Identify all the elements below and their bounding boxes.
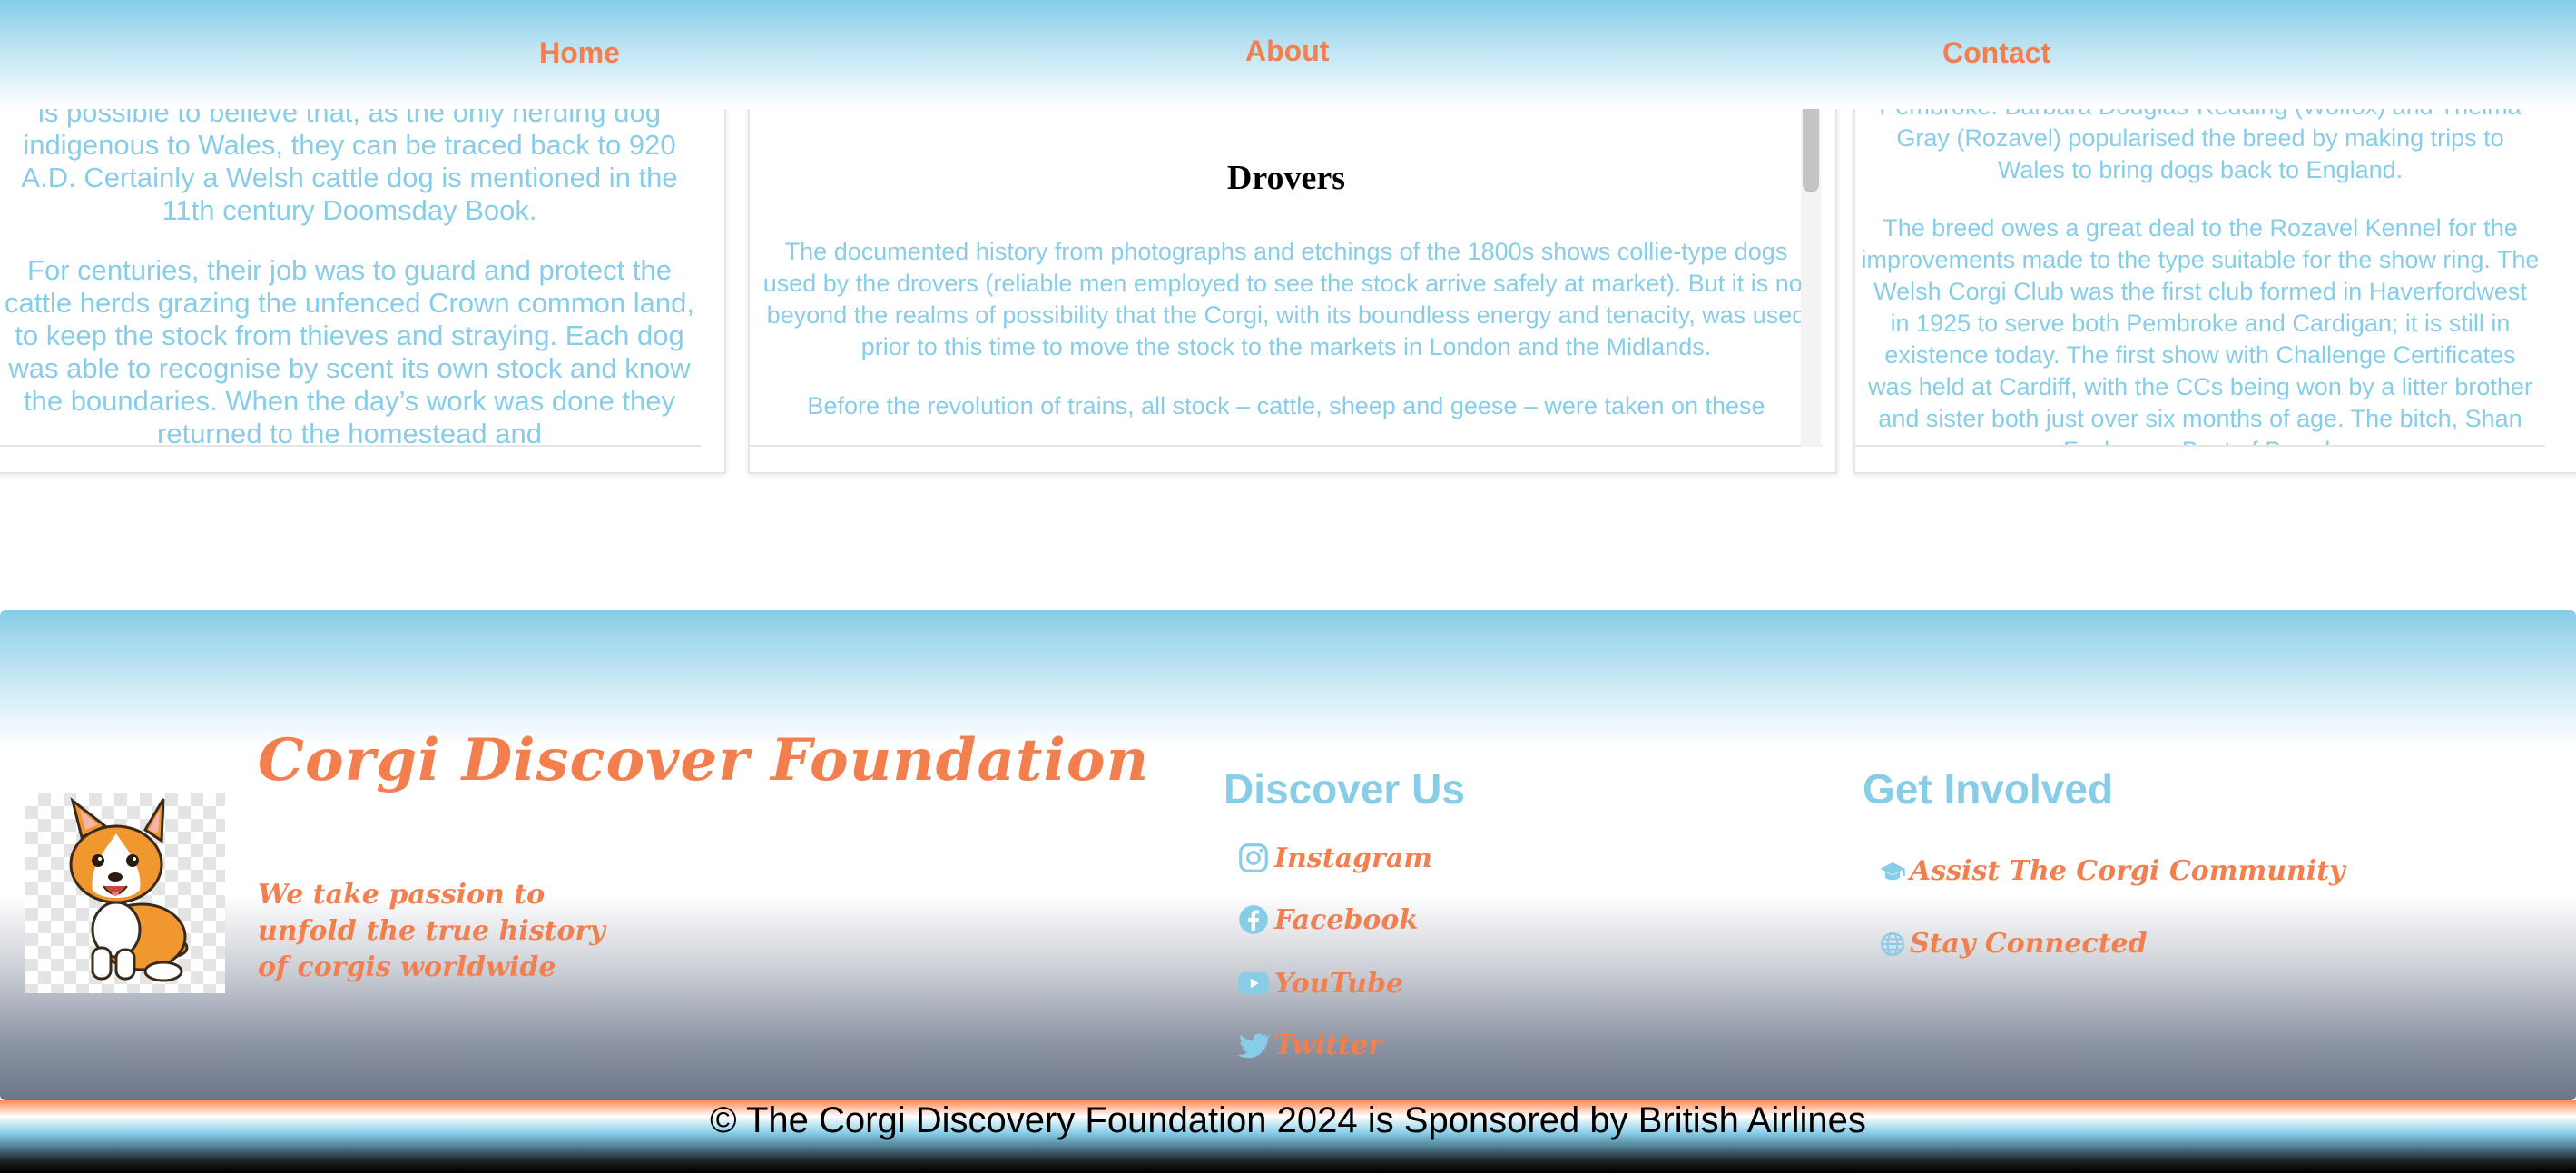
nav-contact-link[interactable]: Contact <box>1942 36 2050 70</box>
footer-brand-name: Corgi Discover Foundation <box>258 726 1150 794</box>
twitter-icon <box>1236 1028 1271 1062</box>
assist-community-link-label: Assist The Corgi Community <box>1910 855 2345 887</box>
history-paragraph: is possible to believe that, as the only… <box>21 96 678 226</box>
history-card-right-scroll[interactable]: Pembroke. Barbara Douglas-Redding (Wolfo… <box>1855 93 2545 447</box>
nav-about-link[interactable]: About <box>1245 34 1329 68</box>
facebook-link-label: Facebook <box>1274 903 1419 936</box>
drovers-scrollbar[interactable] <box>1801 93 1821 447</box>
get-involved-heading: Get Involved <box>1863 765 2114 813</box>
globe-icon <box>1879 931 1906 958</box>
history-card-left: is possible to believe that, as the only… <box>0 91 726 474</box>
stay-connected-link[interactable]: Stay Connected <box>1879 928 2148 960</box>
history-paragraph: The breed owes a great deal to the Rozav… <box>1861 214 2540 445</box>
copyright-text: © The Corgi Discovery Foundation 2024 is… <box>710 1100 1866 1140</box>
top-nav: Home About Contact <box>0 0 2576 109</box>
twitter-link-label: Twitter <box>1274 1029 1382 1061</box>
drovers-paragraph: Before the revolution of trains, all sto… <box>807 392 1765 419</box>
twitter-link[interactable]: Twitter <box>1236 1028 1382 1062</box>
drovers-title: Drovers <box>1226 159 1346 197</box>
drovers-card-scroll[interactable]: Drovers The documented history from phot… <box>750 93 1823 447</box>
youtube-icon <box>1236 966 1271 1000</box>
drovers-card: Drovers The documented history from phot… <box>748 91 1837 474</box>
facebook-icon <box>1236 902 1271 937</box>
discover-us-heading: Discover Us <box>1224 765 1465 813</box>
nav-home-link[interactable]: Home <box>539 36 620 70</box>
youtube-link-label: YouTube <box>1274 967 1404 1000</box>
history-card-left-scroll[interactable]: is possible to believe that, as the only… <box>0 93 701 447</box>
instagram-link[interactable]: Instagram <box>1236 841 1432 875</box>
youtube-link[interactable]: YouTube <box>1236 966 1403 1000</box>
history-card-right: Pembroke. Barbara Douglas-Redding (Wolfo… <box>1853 91 2576 474</box>
graduation-cap-icon <box>1879 858 1906 885</box>
footer-tagline: We take passion to unfold the true histo… <box>258 879 605 983</box>
facebook-link[interactable]: Facebook <box>1236 902 1418 937</box>
instagram-icon <box>1236 841 1271 875</box>
instagram-link-label: Instagram <box>1274 842 1432 874</box>
history-paragraph: For centuries, their job was to guard an… <box>5 254 694 447</box>
assist-community-link[interactable]: Assist The Corgi Community <box>1879 855 2345 887</box>
drovers-scrollbar-thumb[interactable] <box>1803 102 1819 192</box>
stay-connected-link-label: Stay Connected <box>1910 928 2148 960</box>
corgi-logo <box>25 794 225 993</box>
drovers-paragraph: The documented history from photographs … <box>762 238 1810 360</box>
